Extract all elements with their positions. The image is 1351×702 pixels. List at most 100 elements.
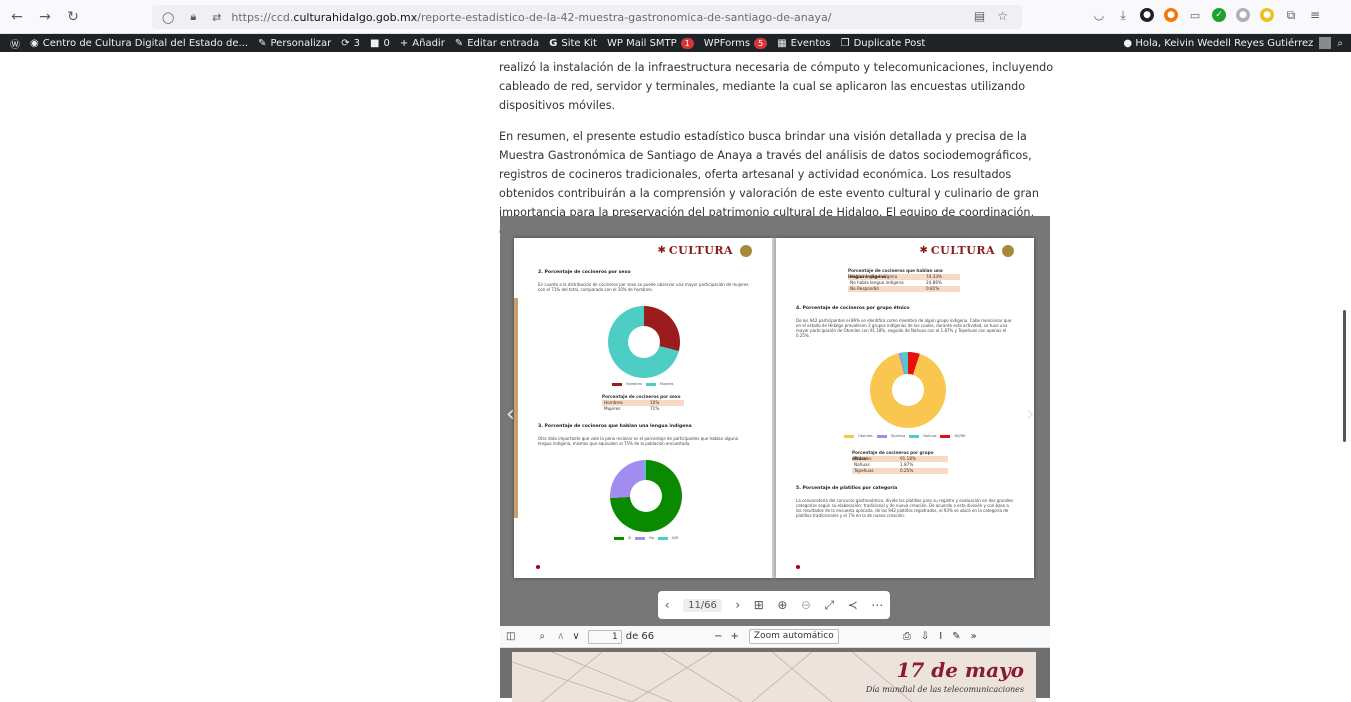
- zoom-out-icon[interactable]: −: [714, 631, 722, 642]
- wp-admin-bar: Ⓦ ◉ Centro de Cultura Digital del Estado …: [0, 34, 1351, 52]
- user-dot-icon: ●: [1123, 37, 1133, 49]
- date-title: 17 de mayo: [896, 658, 1024, 682]
- calendar-icon: ▦: [777, 37, 787, 49]
- reader-mode-icon[interactable]: ▤: [974, 9, 985, 23]
- user-greeting[interactable]: ● Hola, Keivin Wedell Reyes Gutiérrez: [1123, 38, 1313, 49]
- table-row: Tepehuas 0.25%: [852, 468, 948, 474]
- table-row: Mujeres 71%: [604, 406, 660, 411]
- donut-chart-ethnic: [870, 352, 946, 428]
- draw-icon[interactable]: ✎: [952, 631, 960, 642]
- site-name-link[interactable]: ◉ Centro de Cultura Digital del Estado de…: [30, 38, 248, 49]
- wordpress-logo-icon[interactable]: Ⓦ: [10, 36, 20, 51]
- download-icon[interactable]: ⤓: [1116, 8, 1130, 22]
- permissions-icon[interactable]: ⇄: [212, 11, 221, 24]
- ethnic-table: Porcentaje de cocineros por grupo étnico…: [852, 450, 948, 474]
- cultura-logo: ✱ CULTURA: [657, 244, 752, 257]
- cultura-logo: ✱ CULTURA: [919, 244, 1014, 257]
- chart-legend: Sí No N/R: [614, 536, 678, 540]
- shield-icon[interactable]: ◯: [162, 11, 174, 24]
- section-heading: 5. Porcentaje de platillos por categoría: [796, 486, 898, 491]
- wpforms-badge: 5: [754, 37, 768, 49]
- section-text: Otro dato importante que vale la pena re…: [538, 436, 739, 446]
- fullscreen-icon[interactable]: ⤢: [824, 598, 834, 613]
- more-icon[interactable]: ⋯: [871, 598, 883, 612]
- language-table: Porcentaje de cocineros que hablan una l…: [848, 268, 960, 292]
- cultura-mark-icon: ✱: [919, 245, 928, 256]
- section-text: De los 942 participantes el 89% se ident…: [796, 318, 1012, 338]
- sex-table: Porcentaje de cocineros por sexo Hombres…: [602, 394, 684, 412]
- menu-icon[interactable]: ≡: [1308, 8, 1322, 22]
- sidebar-toggle-icon[interactable]: ◫: [506, 631, 515, 642]
- flipbook-spread: ✱ CULTURA 2. Porcentaje de cocineros por…: [514, 238, 1036, 578]
- section-text: En cuanto a la distribución de cocineros…: [538, 282, 749, 292]
- flipbook-page-left: ✱ CULTURA 2. Porcentaje de cocineros por…: [514, 238, 772, 578]
- section-heading: 3. Porcentaje de cocineros que hablan un…: [538, 424, 692, 429]
- page-number-input[interactable]: 1: [587, 629, 622, 644]
- zoom-in-icon[interactable]: +: [731, 631, 739, 642]
- smtp-badge: 1: [680, 37, 694, 49]
- bookmark-star-icon[interactable]: ☆: [997, 9, 1008, 23]
- more-tools-icon[interactable]: »: [971, 631, 977, 642]
- page-scrollbar[interactable]: [1343, 310, 1346, 442]
- print-icon[interactable]: ⎙: [903, 631, 911, 642]
- chart-legend: Otomíes Tepehua Nahuas NS/NR: [844, 434, 966, 438]
- zoom-select[interactable]: Zoom automático ⌄: [748, 629, 839, 654]
- article-paragraph: realizó la instalación de la infraestruc…: [499, 61, 1054, 112]
- extension-icon[interactable]: ●: [1260, 8, 1274, 22]
- updates-icon: ⟳: [341, 37, 350, 49]
- pocket-icon[interactable]: ◡: [1092, 8, 1106, 22]
- url-bar[interactable]: ◯ 🔒︎ ⇄ https://ccd.culturahidalgo.gob.mx…: [152, 5, 1022, 29]
- customize-link[interactable]: ✎ Personalizar: [258, 38, 331, 49]
- extension-icon[interactable]: ✓: [1212, 8, 1226, 22]
- share-icon[interactable]: ≺: [848, 598, 858, 612]
- back-icon[interactable]: ←: [6, 6, 28, 28]
- duplicate-post-link[interactable]: ❐ Duplicate Post: [841, 38, 926, 49]
- extension-icon[interactable]: ●: [1236, 8, 1250, 22]
- pencil-icon: ✎: [454, 37, 464, 49]
- page-indicator[interactable]: 11/66: [683, 598, 722, 612]
- flipbook-viewer[interactable]: ✱ CULTURA 2. Porcentaje de cocineros por…: [500, 216, 1050, 626]
- text-select-icon[interactable]: I: [939, 631, 942, 642]
- url-text[interactable]: https://ccd.culturahidalgo.gob.mx/report…: [231, 11, 831, 24]
- page-total: de 66: [625, 631, 655, 642]
- reload-icon[interactable]: ↻: [62, 6, 84, 28]
- comments-link[interactable]: ■ 0: [370, 38, 390, 49]
- chevron-right-icon[interactable]: ›: [735, 598, 740, 612]
- section-heading: 4. Porcentaje de cocineros por grupo étn…: [796, 306, 910, 311]
- avatar[interactable]: [1319, 37, 1332, 49]
- thumbnails-icon[interactable]: ⊞: [754, 598, 764, 612]
- site-kit-link[interactable]: G Site Kit: [549, 38, 597, 49]
- next-page-icon[interactable]: ∨: [572, 631, 579, 642]
- comment-icon: ■: [370, 37, 380, 49]
- extensions-puzzle-icon[interactable]: ⧉: [1284, 8, 1298, 22]
- chevron-left-icon[interactable]: ‹: [665, 598, 670, 612]
- updates-link[interactable]: ⟳ 3: [341, 38, 360, 49]
- flipbook-toolbar: ‹ 11/66 › ⊞ ⊕ ⊖ ⤢ ≺ ⋯: [658, 591, 890, 619]
- hidalgo-seal-icon: [1002, 244, 1014, 257]
- browser-toolbar: ← → ↻ ◯ 🔒︎ ⇄ https://ccd.culturahidalgo.…: [0, 0, 1351, 34]
- forward-icon[interactable]: →: [34, 6, 56, 28]
- pdf-page-area: 17 de mayo Día mundial de las telecomuni…: [500, 648, 1050, 702]
- duplicate-icon: ❐: [840, 37, 850, 49]
- lock-icon[interactable]: 🔒︎: [190, 10, 196, 24]
- smtp-link[interactable]: WP Mail SMTP 1: [607, 37, 694, 49]
- zoom-in-icon[interactable]: ⊕: [777, 598, 787, 612]
- edit-post-link[interactable]: ✎ Editar entrada: [455, 38, 539, 49]
- download-icon[interactable]: ⇩: [921, 631, 929, 642]
- extension-icon[interactable]: ●: [1164, 8, 1178, 22]
- search-icon[interactable]: ⌕: [1337, 38, 1343, 49]
- next-page-arrow-icon[interactable]: ›: [1026, 402, 1035, 427]
- prev-page-arrow-icon[interactable]: ‹: [506, 402, 515, 427]
- section-text: La convocatoria del concurso gastronómic…: [796, 498, 1014, 518]
- search-icon[interactable]: ⌕: [539, 631, 545, 642]
- section-heading: 2. Porcentaje de cocineros por sexo: [538, 270, 631, 275]
- chart-legend: Hombres Mujeres: [612, 382, 673, 386]
- extension-icon[interactable]: ▭: [1188, 8, 1202, 22]
- brush-icon: ✎: [258, 37, 267, 49]
- events-link[interactable]: ▦ Eventos: [777, 38, 830, 49]
- zoom-out-icon[interactable]: ⊖: [801, 598, 811, 612]
- wpforms-link[interactable]: WPForms 5: [704, 37, 768, 49]
- extension-icon[interactable]: ●: [1140, 8, 1154, 22]
- add-new-link[interactable]: + Añadir: [400, 38, 445, 49]
- prev-page-icon[interactable]: ∧: [557, 631, 564, 642]
